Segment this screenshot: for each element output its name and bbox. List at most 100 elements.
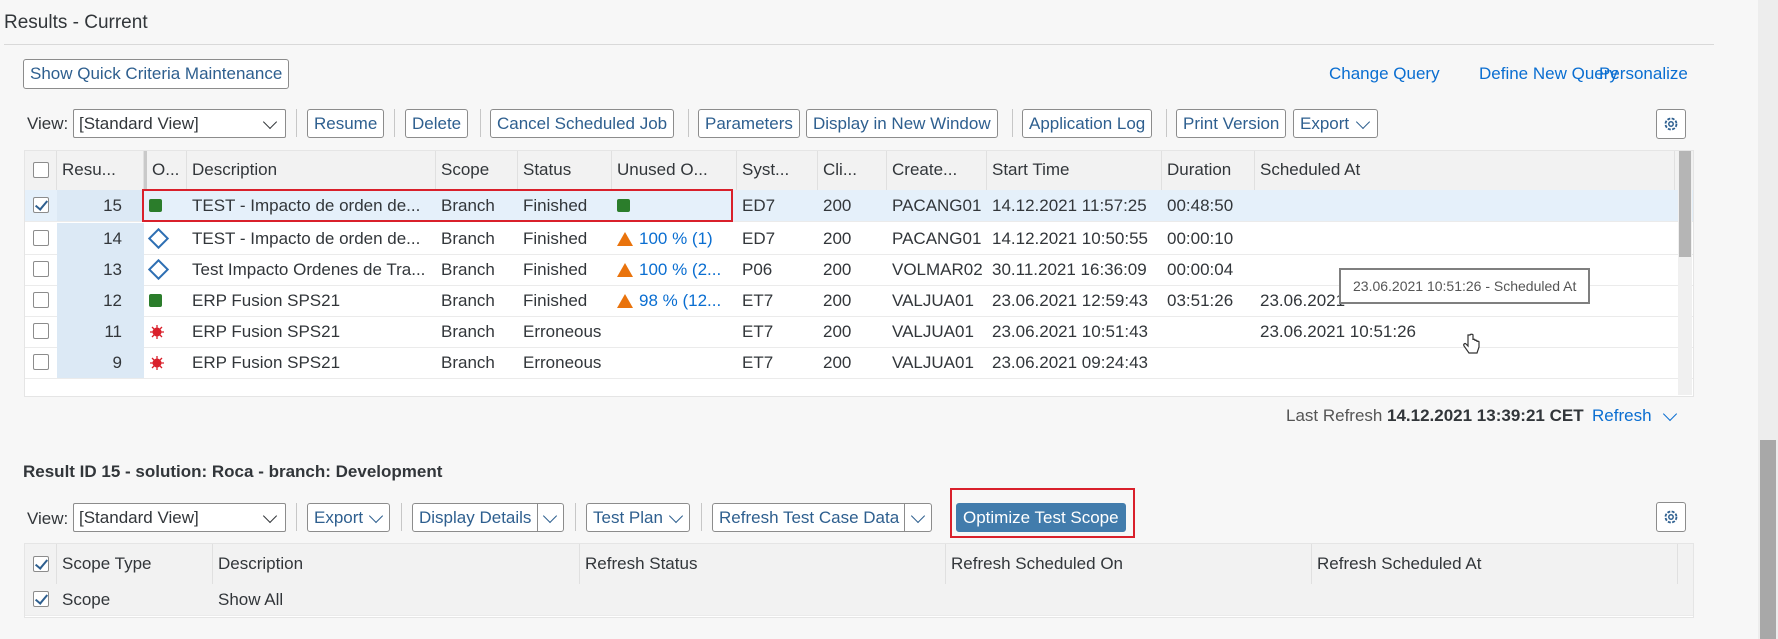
status-cell: Erroneous [523, 321, 602, 341]
created-by-cell: PACANG01 [892, 228, 982, 248]
application-log-button[interactable]: Application Log [1022, 109, 1153, 138]
row-checkbox[interactable] [33, 591, 49, 607]
column-header-unused[interactable]: Unused O... [612, 151, 737, 190]
column-header-duration[interactable]: Duration [1162, 151, 1255, 190]
parameters-button[interactable]: Parameters [698, 109, 800, 138]
test-plan-button[interactable]: Test Plan [586, 503, 690, 532]
toolbar-separator [394, 109, 395, 137]
print-version-button[interactable]: Print Version [1176, 109, 1287, 138]
column-header-refresh-scheduled-at[interactable]: Refresh Scheduled At [1312, 544, 1678, 584]
chevron-down-icon [262, 114, 278, 130]
table-row[interactable]: 9 ERP Fusion SPS21 Branch Erroneous ET7 200 VA… [25, 347, 1693, 379]
result-id-cell: 13 [57, 254, 144, 285]
client-cell: 200 [823, 195, 852, 215]
column-header-scheduled-at[interactable]: Scheduled At [1255, 151, 1675, 190]
system-cell: ED7 [742, 195, 776, 215]
row-checkbox[interactable] [33, 197, 49, 213]
refresh-test-case-data-label: Refresh Test Case Data [719, 508, 900, 527]
column-header-scope-type[interactable]: Scope Type [57, 544, 213, 584]
delete-button[interactable]: Delete [405, 109, 469, 138]
error-bug-icon [150, 324, 164, 339]
view-select[interactable]: [Standard View] [73, 109, 286, 138]
column-header-start-time[interactable]: Start Time [987, 151, 1162, 190]
system-cell: ET7 [742, 321, 774, 341]
column-header-system[interactable]: Syst... [737, 151, 818, 190]
chevron-down-icon [542, 508, 558, 524]
column-header-status[interactable]: Status [518, 151, 612, 190]
detail-export-label: Export [314, 508, 364, 527]
column-header-refresh-status[interactable]: Refresh Status [580, 544, 946, 584]
column-header-overall[interactable]: O... [144, 151, 187, 190]
warning-triangle-icon [617, 262, 633, 277]
refresh-link[interactable]: Refresh [1592, 406, 1652, 426]
row-checkbox[interactable] [33, 261, 49, 277]
unused-objects-link[interactable]: 100 % (1) [639, 229, 713, 249]
table-row[interactable]: Scope Show All [25, 584, 1693, 616]
page-scrollbar-thumb[interactable] [1760, 440, 1776, 639]
chevron-down-icon [368, 508, 384, 524]
created-by-cell: VALJUA01 [892, 352, 974, 372]
overall-status-cell [144, 254, 187, 285]
column-header-result[interactable]: Resu... [57, 151, 144, 190]
results-scrollbar-thumb[interactable] [1679, 151, 1691, 257]
display-in-new-window-button[interactable]: Display in New Window [806, 109, 998, 138]
table-row[interactable]: 11 ERP Fusion SPS21 Branch Erroneous ET7 200 V… [25, 316, 1693, 348]
detail-export-button[interactable]: Export [307, 503, 390, 532]
select-all-checkbox[interactable] [33, 162, 49, 178]
status-cell: Finished [523, 228, 588, 248]
table-settings-button[interactable] [1656, 109, 1686, 139]
toolbar-separator [480, 109, 481, 137]
system-cell: ED7 [742, 228, 776, 248]
scope-select-all-checkbox[interactable] [33, 556, 49, 572]
result-id-cell: 12 [57, 285, 144, 316]
results-scrollbar[interactable] [1678, 151, 1692, 395]
row-checkbox[interactable] [33, 230, 49, 246]
system-cell: ET7 [742, 352, 774, 372]
row-checkbox[interactable] [33, 323, 49, 339]
toolbar-separator [296, 503, 297, 531]
page-scrollbar[interactable] [1758, 0, 1778, 639]
error-bug-icon [150, 355, 164, 370]
row-checkbox[interactable] [33, 292, 49, 308]
view-select-value: [Standard View] [79, 114, 199, 133]
change-query-link[interactable]: Change Query [1329, 64, 1440, 84]
toolbar-separator [575, 503, 576, 531]
column-header-description[interactable]: Description [187, 151, 436, 190]
system-cell: ET7 [742, 290, 774, 310]
chevron-down-icon [910, 508, 926, 524]
created-by-cell: VALJUA01 [892, 290, 974, 310]
unused-objects-link[interactable]: 98 % (12... [639, 291, 721, 311]
client-cell: 200 [823, 290, 852, 310]
row-checkbox[interactable] [33, 354, 49, 370]
result-id-cell: 9 [57, 347, 144, 378]
column-header-scope[interactable]: Scope [436, 151, 518, 190]
column-header-client[interactable]: Cli... [818, 151, 887, 190]
table-row[interactable]: 14 TEST - Impacto de orden de... Branch Fin… [25, 223, 1693, 255]
test-plan-label: Test Plan [593, 508, 663, 527]
show-quick-criteria-button[interactable]: Show Quick Criteria Maintenance [23, 59, 290, 89]
scope-table-header: Scope Type Description Refresh Status Re… [25, 544, 1693, 585]
unused-objects-cell [612, 316, 737, 347]
refresh-options-chevron-icon[interactable] [1662, 406, 1678, 422]
detail-view-select[interactable]: [Standard View] [73, 503, 286, 532]
warning-triangle-icon [617, 293, 633, 308]
column-header-scope-description[interactable]: Description [213, 544, 580, 584]
detail-view-select-value: [Standard View] [79, 508, 199, 527]
last-refresh-value: 14.12.2021 13:39:21 CET [1387, 406, 1584, 425]
toolbar-separator [1012, 109, 1013, 137]
unused-objects-cell: 100 % (2... [612, 254, 737, 285]
column-header-refresh-scheduled-on[interactable]: Refresh Scheduled On [946, 544, 1312, 584]
column-header-created-by[interactable]: Create... [887, 151, 987, 190]
refresh-test-case-data-button[interactable]: Refresh Test Case Data [712, 503, 932, 532]
detail-settings-button[interactable] [1656, 502, 1686, 532]
created-by-cell: VOLMAR02 [892, 259, 983, 279]
unused-objects-link[interactable]: 100 % (2... [639, 260, 721, 280]
refresh-scheduled-on-cell [946, 584, 1312, 615]
duration-cell [1162, 316, 1255, 347]
define-new-query-link[interactable]: Define New Query [1479, 64, 1618, 84]
resume-button[interactable]: Resume [307, 109, 385, 138]
export-menu-button[interactable]: Export [1293, 109, 1378, 138]
personalize-link[interactable]: Personalize [1599, 64, 1688, 84]
display-details-button[interactable]: Display Details [412, 503, 564, 532]
cancel-scheduled-job-button[interactable]: Cancel Scheduled Job [490, 109, 675, 138]
